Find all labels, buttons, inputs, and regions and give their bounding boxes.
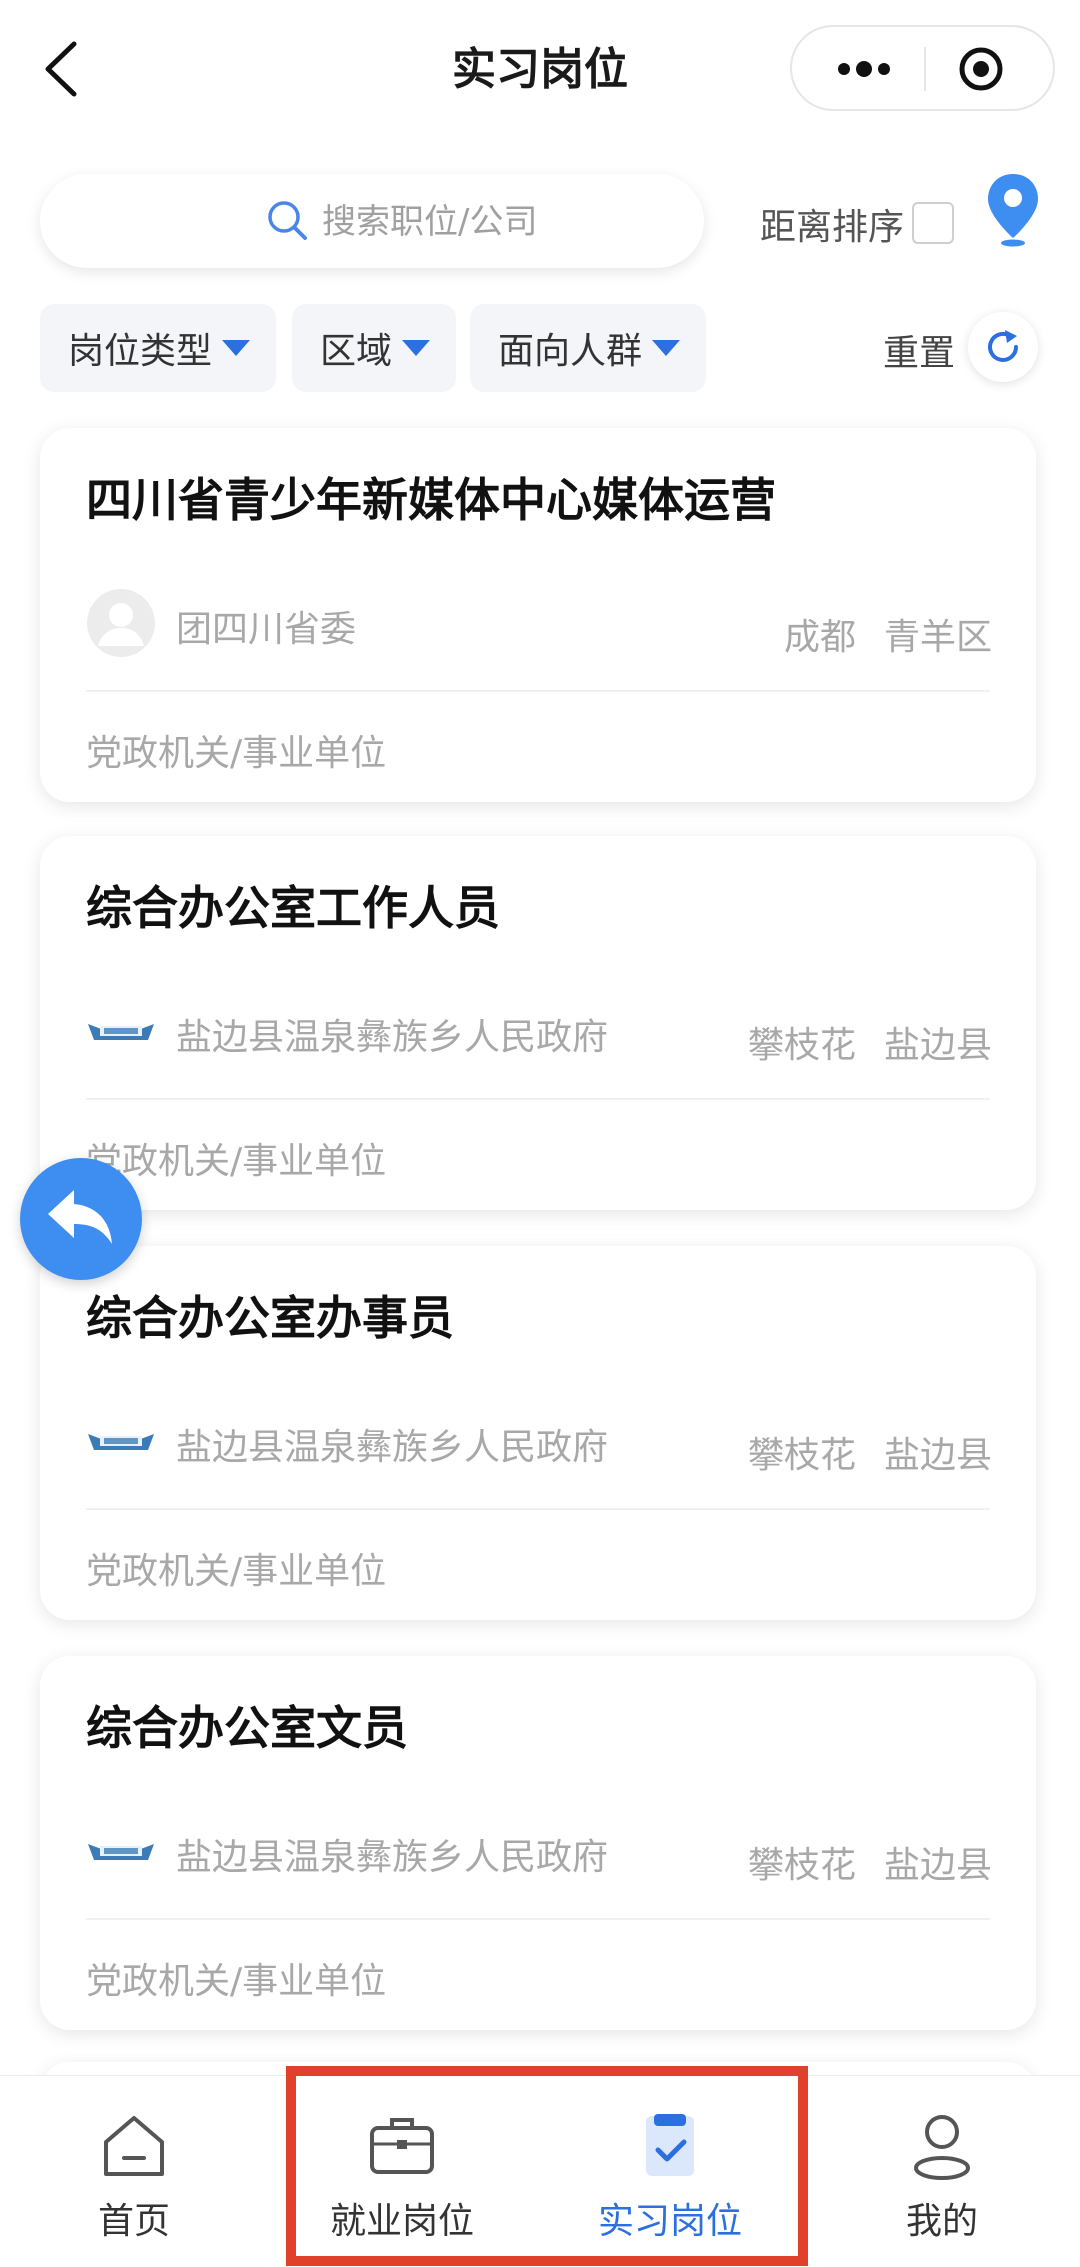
company-name: 团四川省委 [176,609,357,650]
job-district: 盐边县 [883,1025,992,1066]
filter-job-type-label: 岗位类型 [68,331,213,372]
reset-label[interactable]: 重置 [883,324,955,376]
refresh-icon [988,330,1018,362]
card-divider [86,1098,990,1100]
search-input[interactable] [320,192,664,252]
job-title: 综合办公室办事员 [86,1291,454,1345]
miniapp-capsule [790,25,1055,111]
job-city: 成都 [783,617,856,658]
search-icon [268,201,307,240]
job-city: 攀枝花 [747,1845,856,1886]
job-card[interactable]: 综合办公室办事员 盐边县温泉彝族乡人民政府 攀枝花 盐边县 党政机关/事业单位 [40,1246,1036,1620]
floating-back-button[interactable] [20,1158,142,1280]
job-category: 党政机关/事业单位 [86,1961,387,2002]
filter-region[interactable]: 区域 [292,304,456,392]
filter-audience-label: 面向人群 [498,331,643,372]
job-city: 攀枝花 [747,1025,856,1066]
company-name: 盐边县温泉彝族乡人民政府 [176,1837,609,1878]
job-title: 四川省青少年新媒体中心媒体运营 [86,473,776,527]
job-card[interactable]: 四川省青少年新媒体中心媒体运营 团四川省委 成都 青羊区 党政机关/事业单位 [40,428,1036,802]
org-logo-icon [88,1434,154,1450]
company-name: 盐边县温泉彝族乡人民政府 [176,1017,609,1058]
tab-home-label: 首页 [97,2201,170,2242]
location-pin-icon[interactable] [985,172,1041,248]
org-logo-icon [88,1844,154,1860]
job-district: 青羊区 [883,617,992,658]
filter-audience[interactable]: 面向人群 [470,304,706,392]
job-card[interactable]: 综合办公室工作人员 盐边县温泉彝族乡人民政府 攀枝花 盐边县 党政机关/事业单位 [40,836,1036,1210]
tab-home[interactable]: 首页 [34,2076,234,2267]
home-icon [104,2116,164,2176]
org-logo-icon [88,1024,154,1040]
return-arrow-icon [48,1190,112,1244]
job-card[interactable]: 综合办公室文员 盐边县温泉彝族乡人民政府 攀枝花 盐边县 党政机关/事业单位 [40,1656,1036,2030]
user-icon [914,2115,970,2180]
more-dots-icon[interactable] [822,47,902,91]
reset-button[interactable] [968,312,1038,382]
job-city: 攀枝花 [747,1435,856,1476]
job-category: 党政机关/事业单位 [86,1551,387,1592]
distance-sort-checkbox[interactable] [912,202,954,244]
search-bar[interactable] [40,174,704,268]
job-category: 党政机关/事业单位 [86,733,387,774]
card-divider [86,690,990,692]
card-divider [86,1918,990,1920]
close-miniapp-icon[interactable] [957,45,1005,93]
tab-profile-label: 我的 [905,2201,978,2242]
job-district: 盐边县 [883,1435,992,1476]
job-district: 盐边县 [883,1845,992,1886]
tab-profile[interactable]: 我的 [842,2076,1042,2267]
job-title: 综合办公室文员 [86,1701,408,1755]
capsule-divider [924,47,926,91]
company-name: 盐边县温泉彝族乡人民政府 [176,1427,609,1468]
dropdown-triangle-icon [402,340,431,356]
job-title: 综合办公室工作人员 [86,881,500,935]
highlight-box [286,2066,808,2266]
job-category: 党政机关/事业单位 [86,1141,387,1182]
nav-bar: 实习岗位 [0,0,1080,140]
dropdown-triangle-icon [222,340,251,356]
filter-job-type[interactable]: 岗位类型 [40,304,276,392]
card-divider [86,1508,990,1510]
filter-region-label: 区域 [320,331,393,372]
avatar-placeholder-icon [87,589,155,657]
distance-sort-label: 距离排序 [760,207,905,248]
dropdown-triangle-icon [652,340,681,356]
